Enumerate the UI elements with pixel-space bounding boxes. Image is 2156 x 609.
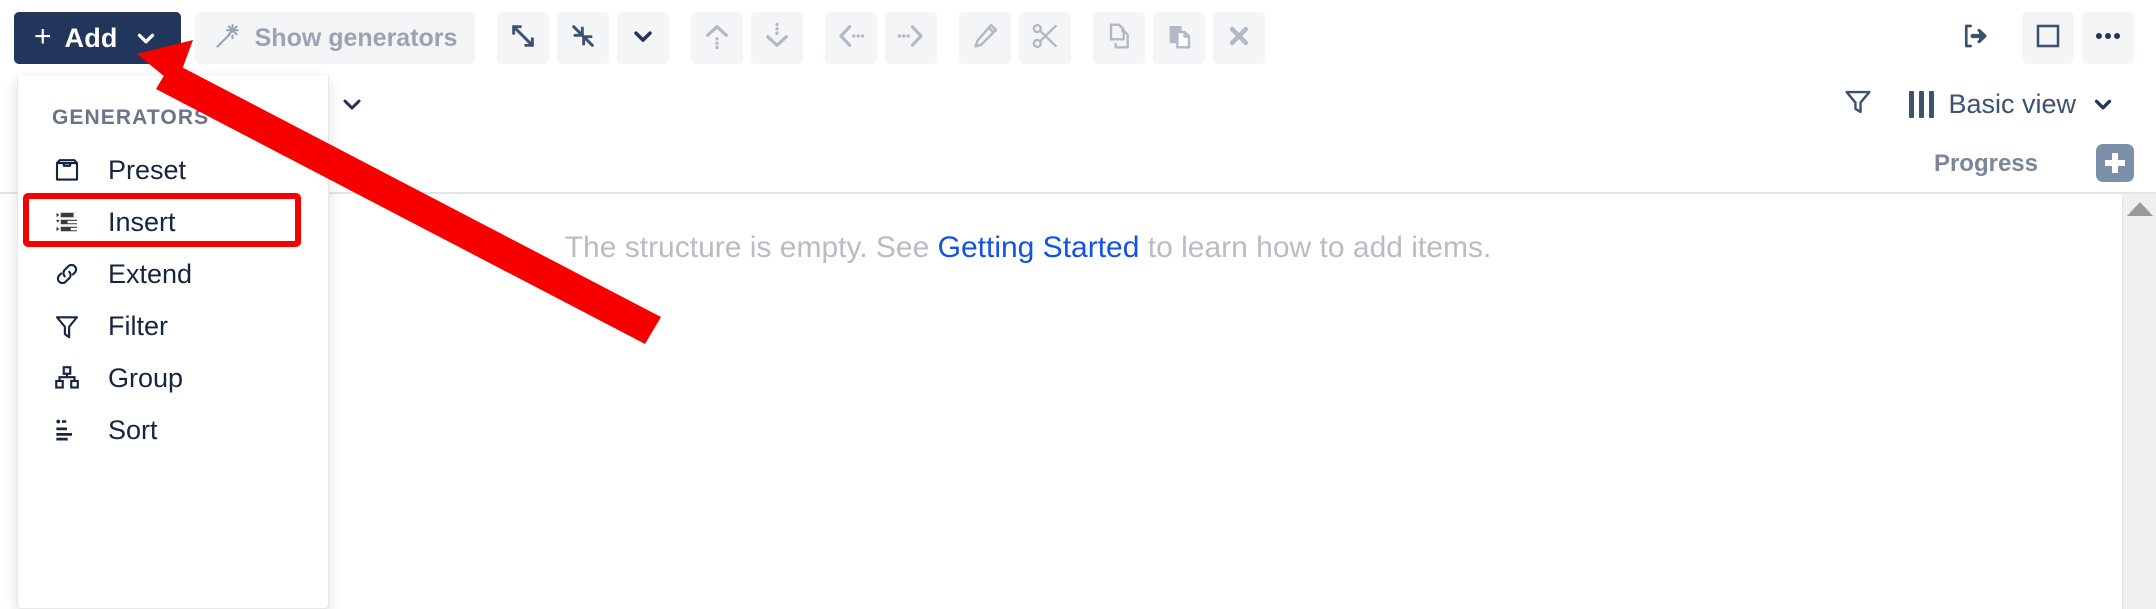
expand-arrows-icon — [507, 20, 539, 57]
view-name-label: Basic view — [1948, 88, 2076, 119]
arrow-up-dotted-icon — [701, 20, 733, 57]
indent-button[interactable] — [885, 12, 938, 64]
preset-box-icon — [52, 155, 82, 185]
menu-item-group[interactable]: Group — [18, 352, 328, 404]
move-up-button[interactable] — [691, 12, 744, 64]
move-down-button[interactable] — [751, 12, 804, 64]
show-generators-button[interactable]: Show generators — [194, 12, 476, 64]
collapse-arrows-icon — [567, 20, 599, 57]
pencil-icon — [969, 20, 1001, 57]
magic-wand-icon — [213, 21, 243, 56]
structure-chevron-down-icon[interactable] — [338, 90, 366, 118]
column-header-progress[interactable]: Progress — [1934, 150, 2038, 178]
insert-list-icon — [52, 207, 82, 237]
view-selector[interactable]: Basic view — [1909, 89, 2116, 120]
expand-options-button[interactable] — [617, 12, 670, 64]
outdent-button[interactable] — [825, 12, 878, 64]
export-arrow-icon — [1958, 20, 1990, 57]
link-chain-icon — [52, 259, 82, 289]
ellipsis-icon — [2091, 19, 2125, 58]
add-column-button[interactable] — [2096, 144, 2134, 182]
arrow-left-dotted-icon — [835, 20, 867, 57]
show-generators-label: Show generators — [254, 23, 458, 52]
menu-item-insert[interactable]: Insert — [18, 193, 328, 248]
generators-label: GENERATORS — [52, 106, 210, 129]
menu-item-sort[interactable]: Sort — [18, 404, 328, 456]
empty-message-suffix: to learn how to add items. — [1139, 231, 1492, 264]
menu-item-extend[interactable]: Extend — [18, 248, 328, 300]
paste-button[interactable] — [1153, 12, 1206, 64]
menu-item-label: Group — [108, 362, 184, 393]
more-options-button[interactable] — [2082, 12, 2134, 64]
arrow-right-dotted-icon — [895, 20, 927, 57]
plus-icon: + — [34, 19, 52, 53]
menu-item-label: Sort — [108, 414, 158, 445]
export-button[interactable] — [1948, 12, 2000, 64]
close-x-icon — [1224, 21, 1254, 56]
chevron-down-icon — [133, 25, 159, 51]
main-toolbar: + Add Show generators — [0, 0, 2156, 76]
fullscreen-button[interactable] — [2022, 12, 2074, 64]
sort-bars-icon — [52, 415, 82, 445]
columns-icon — [1909, 90, 1935, 118]
copy-button[interactable] — [1093, 12, 1146, 64]
copy-pages-icon — [1103, 20, 1135, 57]
scroll-up-arrow-icon[interactable] — [2126, 202, 2153, 216]
menu-item-filter[interactable]: Filter — [18, 300, 328, 352]
funnel-icon — [52, 311, 82, 341]
collapse-all-button[interactable] — [557, 12, 610, 64]
menu-item-label: Filter — [108, 310, 168, 341]
menu-item-preset[interactable]: Preset — [18, 144, 328, 196]
menu-item-label: Insert — [108, 206, 176, 237]
menu-item-label: Preset — [108, 154, 187, 185]
square-outline-icon — [2032, 20, 2064, 57]
expand-all-button[interactable] — [497, 12, 550, 64]
clipboard-paste-icon — [1163, 20, 1195, 57]
chevron-down-icon — [629, 22, 657, 55]
add-button[interactable]: + Add — [14, 12, 181, 64]
filter-icon[interactable] — [1841, 85, 1875, 124]
generators-section-header: GENERATORS — [18, 76, 328, 144]
cut-button[interactable] — [1019, 12, 1072, 64]
empty-message-prefix: The structure is empty. See — [564, 231, 938, 264]
scissors-icon — [1029, 20, 1061, 57]
delete-button[interactable] — [1213, 12, 1266, 64]
getting-started-link[interactable]: Getting Started — [938, 231, 1140, 264]
group-squares-icon — [52, 363, 82, 393]
add-button-label: Add — [64, 22, 118, 53]
edit-button[interactable] — [959, 12, 1012, 64]
arrow-down-dotted-icon — [761, 20, 793, 57]
chevron-down-icon — [2094, 99, 2112, 110]
vertical-scrollbar[interactable] — [2122, 194, 2156, 609]
magic-wand-icon — [223, 102, 249, 134]
menu-item-label: Extend — [108, 258, 193, 289]
generators-dropdown-menu: GENERATORS Preset Insert Extend Filter G… — [17, 76, 329, 609]
